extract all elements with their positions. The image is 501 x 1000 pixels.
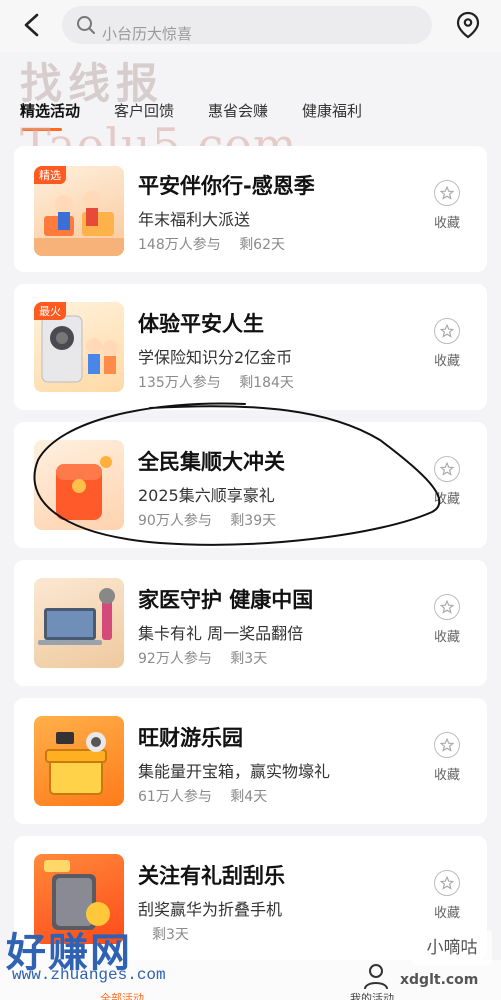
search-box[interactable] <box>62 6 432 44</box>
activity-thumbnail: 最火 <box>34 302 124 392</box>
participants-count: 135万人参与 <box>138 375 221 391</box>
activity-subtitle: 年末福利大派送 <box>138 210 251 229</box>
activity-meta: 135万人参与 剩184天 <box>138 372 308 392</box>
badge-hot: 最火 <box>34 302 66 320</box>
activity-title: 旺财游乐园 <box>138 726 243 750</box>
days-remaining: 剩39天 <box>230 513 277 529</box>
activity-meta: 90万人参与 剩39天 <box>138 510 290 530</box>
favorite-label: 收藏 <box>433 354 460 369</box>
activity-thumbnail <box>34 440 124 530</box>
favorite-label: 收藏 <box>433 768 460 783</box>
days-remaining: 剩3天 <box>230 651 268 667</box>
days-remaining: 剩3天 <box>152 927 189 943</box>
favorite-button[interactable]: 收藏 <box>425 456 469 516</box>
activity-meta: 剩3天 <box>138 924 203 944</box>
activity-subtitle: 集卡有礼 周一奖品翻倍 <box>138 624 304 643</box>
days-remaining: 剩62天 <box>239 237 286 253</box>
star-icon <box>434 456 460 482</box>
watermark-corner: 小嘀咕 <box>412 930 492 966</box>
activity-subtitle: 学保险知识分2亿金币 <box>138 348 293 367</box>
back-arrow-icon[interactable] <box>18 10 44 40</box>
activity-thumbnail <box>34 578 124 668</box>
favorite-button[interactable]: 收藏 <box>425 594 469 654</box>
star-icon <box>434 870 460 896</box>
favorite-button[interactable]: 收藏 <box>425 870 469 930</box>
activity-card[interactable]: 全民集顺大冲关 2025集六顺享豪礼 90万人参与 剩39天 收藏 <box>14 422 487 548</box>
star-icon <box>434 180 460 206</box>
badge-featured: 精选 <box>34 166 66 184</box>
activity-meta: 148万人参与 剩62天 <box>138 234 299 254</box>
participants-count: 148万人参与 <box>138 237 221 253</box>
favorite-label: 收藏 <box>433 906 460 921</box>
activity-meta: 61万人参与 剩4天 <box>138 786 281 806</box>
activity-card[interactable]: 最火 体验平安人生 学保险知识分2亿金币 135万人参与 剩184天 收藏 <box>14 284 487 410</box>
favorite-button[interactable]: 收藏 <box>425 318 469 378</box>
user-icon[interactable] <box>363 962 389 990</box>
activity-title: 关注有礼刮刮乐 <box>138 864 285 888</box>
favorite-button[interactable]: 收藏 <box>425 180 469 240</box>
nav-all-activities[interactable]: 全部活动 <box>100 990 144 1000</box>
participants-count: 92万人参与 <box>138 651 212 667</box>
search-input[interactable] <box>102 24 402 44</box>
activity-thumbnail: 精选 <box>34 166 124 256</box>
activity-card[interactable]: 家医守护 健康中国 集卡有礼 周一奖品翻倍 92万人参与 剩3天 收藏 <box>14 560 487 686</box>
star-icon <box>434 594 460 620</box>
activity-subtitle: 集能量开宝箱，赢实物壕礼 <box>138 762 331 781</box>
tab-health-benefits[interactable]: 健康福利 <box>302 100 362 121</box>
favorite-button[interactable]: 收藏 <box>425 732 469 792</box>
favorite-label: 收藏 <box>433 216 460 231</box>
activity-title: 全民集顺大冲关 <box>138 450 285 474</box>
watermark-bottom-url: www.zhuanges.com <box>12 966 166 984</box>
favorite-label: 收藏 <box>433 492 460 507</box>
days-remaining: 剩184天 <box>239 375 294 391</box>
participants-count: 61万人参与 <box>138 789 212 805</box>
activity-subtitle: 2025集六顺享豪礼 <box>138 486 275 505</box>
star-icon <box>434 318 460 344</box>
activity-title: 家医守护 健康中国 <box>138 588 314 612</box>
activity-title: 平安伴你行-感恩季 <box>138 174 315 198</box>
location-pin-icon[interactable] <box>454 10 482 40</box>
top-bar <box>0 0 501 52</box>
activity-card[interactable]: 旺财游乐园 集能量开宝箱，赢实物壕礼 61万人参与 剩4天 收藏 <box>14 698 487 824</box>
activity-card[interactable]: 精选 平安伴你行-感恩季 年末福利大派送 148万人参与 剩62天 收藏 <box>14 146 487 272</box>
days-remaining: 剩4天 <box>230 789 268 805</box>
star-icon <box>434 732 460 758</box>
nav-my-activities[interactable]: 我的活动 <box>350 990 394 1000</box>
participants-count: 90万人参与 <box>138 513 212 529</box>
search-icon <box>76 15 96 35</box>
activity-subtitle: 刮奖赢华为折叠手机 <box>138 900 283 919</box>
watermark-corner-url: xdglt.com <box>400 972 479 988</box>
favorite-label: 收藏 <box>433 630 460 645</box>
activity-meta: 92万人参与 剩3天 <box>138 648 281 668</box>
activity-thumbnail <box>34 716 124 806</box>
activity-title: 体验平安人生 <box>138 312 264 336</box>
